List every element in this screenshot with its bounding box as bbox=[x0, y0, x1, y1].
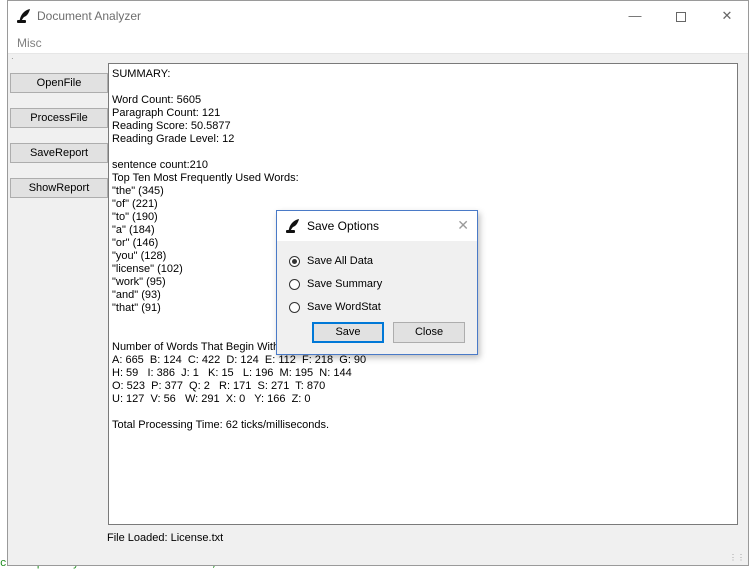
report-line: SUMMARY: bbox=[112, 68, 171, 80]
open-file-button[interactable]: OpenFile bbox=[10, 73, 108, 93]
resize-grip[interactable]: ⋮⋮ bbox=[729, 553, 745, 562]
report-line: Word Count: 5605 bbox=[112, 94, 202, 106]
menu-bar: Misc bbox=[8, 31, 748, 53]
title-bar: Document Analyzer — ✕ bbox=[8, 1, 748, 31]
maximize-button[interactable] bbox=[658, 1, 704, 31]
report-line: sentence count:210 bbox=[112, 159, 209, 171]
dialog-title-bar: Save Options ✕ bbox=[277, 211, 477, 241]
radio-button[interactable] bbox=[289, 279, 300, 290]
menu-misc[interactable]: Misc bbox=[17, 36, 42, 50]
minimize-icon: — bbox=[628, 8, 642, 23]
close-window-button[interactable]: ✕ bbox=[704, 1, 750, 31]
file-loaded-status: File Loaded: License.txt bbox=[107, 532, 224, 544]
report-line bbox=[112, 146, 734, 159]
report-line: Total Processing Time: 62 ticks/millisec… bbox=[112, 419, 330, 431]
grip-dot: · bbox=[11, 54, 14, 63]
close-button[interactable]: Close bbox=[393, 322, 465, 343]
report-line: Paragraph Count: 121 bbox=[112, 107, 221, 119]
show-report-button[interactable]: ShowReport bbox=[10, 178, 108, 198]
window-title: Document Analyzer bbox=[37, 9, 142, 23]
process-file-button[interactable]: ProcessFile bbox=[10, 108, 108, 128]
radio-button[interactable] bbox=[289, 302, 300, 313]
quill-icon bbox=[17, 9, 30, 23]
radio-button[interactable] bbox=[289, 256, 300, 267]
dialog-close-icon[interactable]: ✕ bbox=[457, 217, 469, 234]
save-options-dialog: Save Options ✕ Save All Data Save Summar… bbox=[276, 210, 478, 355]
radio-label: Save Summary bbox=[307, 278, 383, 290]
save-report-button[interactable]: SaveReport bbox=[10, 143, 108, 163]
close-icon: ✕ bbox=[721, 8, 733, 23]
dialog-title: Save Options bbox=[307, 219, 380, 233]
save-button[interactable]: Save bbox=[312, 322, 384, 343]
radio-label: Save WordStat bbox=[307, 301, 381, 313]
report-line bbox=[112, 406, 734, 419]
radio-label: Save All Data bbox=[307, 255, 374, 267]
report-line: "the" (345) bbox=[112, 185, 164, 197]
report-line bbox=[112, 81, 734, 94]
report-line: A: 665 B: 124 C: 422 D: 124 E: 112 F: 21… bbox=[112, 354, 367, 366]
quill-icon bbox=[286, 219, 299, 233]
report-line: Reading Grade Level: 12 bbox=[112, 133, 235, 145]
maximize-icon bbox=[676, 11, 686, 22]
report-line: U: 127 V: 56 W: 291 X: 0 Y: 166 Z: 0 bbox=[112, 393, 311, 405]
minimize-button[interactable]: — bbox=[612, 1, 658, 31]
report-line: H: 59 I: 386 J: 1 K: 15 L: 196 M: 195 N:… bbox=[112, 367, 352, 379]
report-line: Reading Score: 50.5877 bbox=[112, 120, 231, 132]
report-line: O: 523 P: 377 Q: 2 R: 171 S: 271 T: 870 bbox=[112, 380, 326, 392]
report-line: Top Ten Most Frequently Used Words: bbox=[112, 172, 299, 184]
